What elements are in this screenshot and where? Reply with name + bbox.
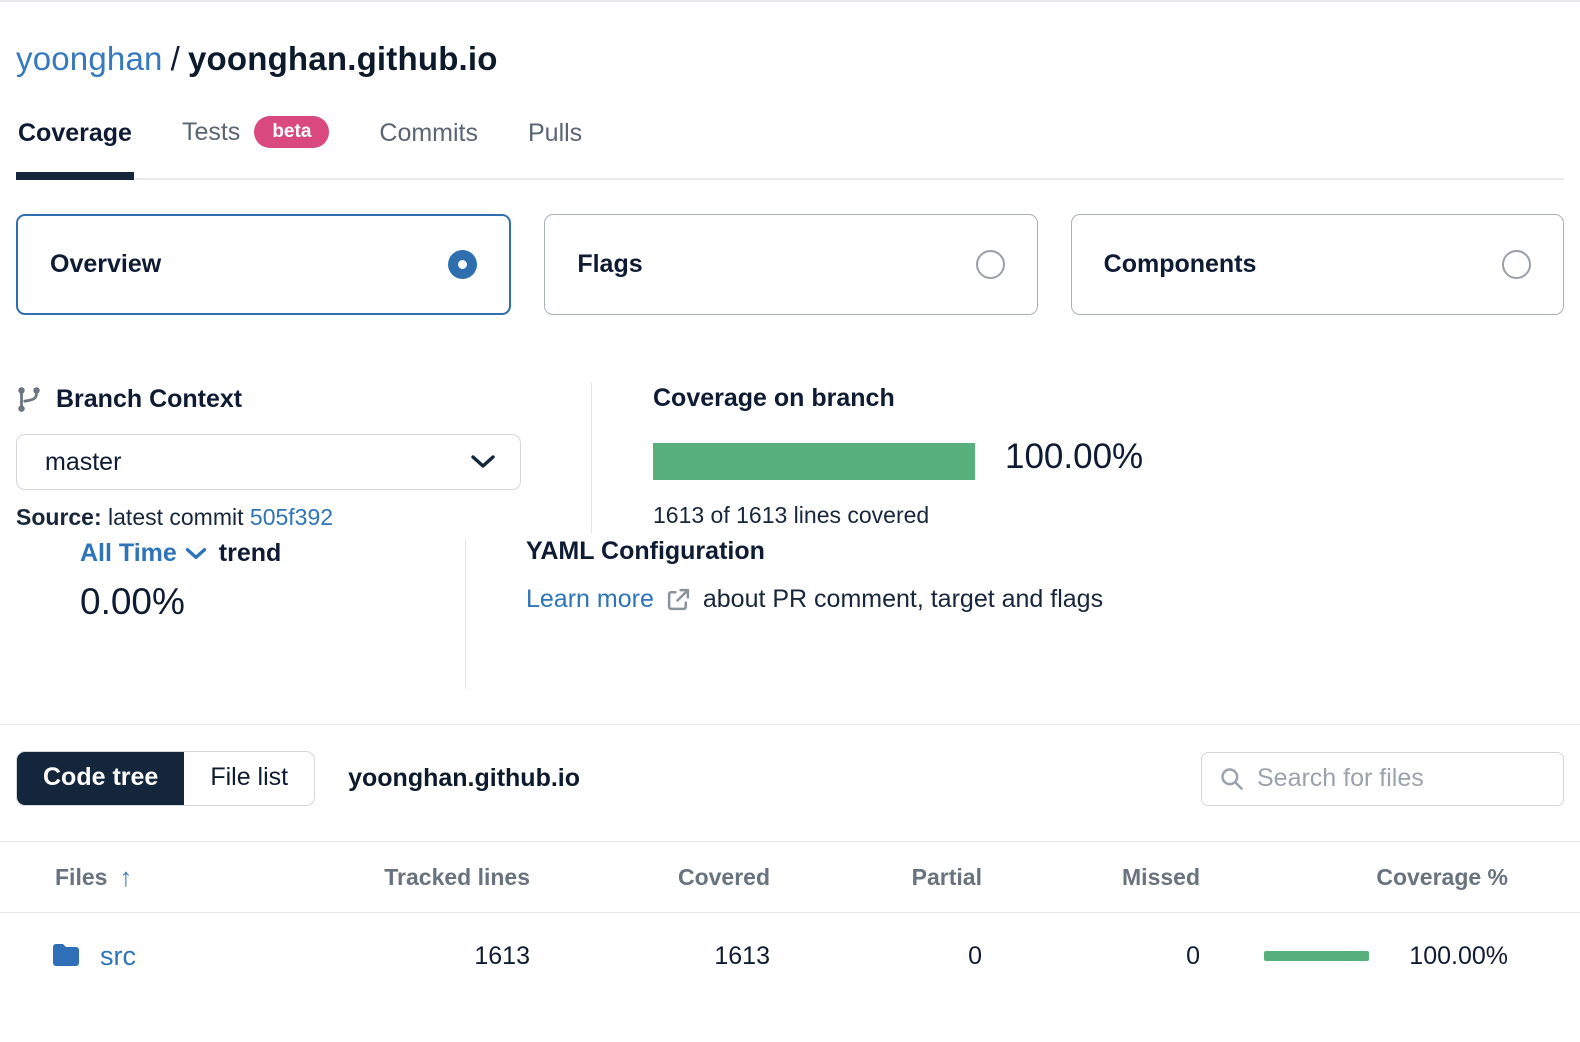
coverage-value: 100.00% bbox=[1409, 942, 1508, 971]
column-missed[interactable]: Missed bbox=[982, 864, 1200, 891]
branch-dropdown-value: master bbox=[45, 448, 121, 477]
external-link-icon bbox=[666, 587, 691, 612]
toggle-code-tree[interactable]: Code tree bbox=[17, 752, 184, 805]
file-cell: src bbox=[0, 941, 330, 972]
yaml-config-title: YAML Configuration bbox=[526, 537, 765, 566]
tab-coverage[interactable]: Coverage bbox=[16, 119, 134, 178]
cell-partial: 0 bbox=[770, 942, 982, 971]
source-text: latest commit bbox=[108, 504, 243, 530]
tab-coverage-label: Coverage bbox=[18, 119, 132, 148]
trend-label: trend bbox=[219, 539, 282, 568]
tab-tests-label: Tests bbox=[182, 118, 240, 147]
learn-more-link[interactable]: Learn more bbox=[526, 585, 654, 614]
cell-missed: 0 bbox=[982, 942, 1200, 971]
files-table: Files ↑ Tracked lines Covered Partial Mi… bbox=[0, 841, 1580, 999]
tab-bar: Coverage Tests beta Commits Pulls bbox=[16, 116, 1564, 180]
git-branch-icon bbox=[16, 384, 42, 414]
column-files-label: Files bbox=[55, 864, 107, 891]
folder-icon bbox=[50, 943, 82, 970]
tab-tests[interactable]: Tests beta bbox=[180, 116, 331, 178]
view-card-flags-label: Flags bbox=[577, 250, 642, 279]
branch-dropdown[interactable]: master bbox=[16, 434, 521, 490]
table-row: src 1613 1613 0 0 100.00% bbox=[0, 913, 1580, 999]
view-selector: Overview Flags Components bbox=[16, 214, 1564, 315]
branch-context-header: Branch Context bbox=[16, 384, 242, 414]
coverage-progress-fill bbox=[653, 443, 975, 480]
summary-section: Branch Context master Source: latest com… bbox=[0, 315, 1580, 724]
toggle-file-list[interactable]: File list bbox=[184, 752, 314, 805]
column-covered[interactable]: Covered bbox=[530, 864, 770, 891]
trend-range-label: All Time bbox=[80, 539, 177, 568]
codecov-repo-page: yoonghan/yoonghan.github.io Coverage Tes… bbox=[0, 0, 1580, 1042]
breadcrumb: yoonghan/yoonghan.github.io bbox=[16, 40, 1564, 78]
radio-selected-icon[interactable] bbox=[448, 250, 477, 279]
radio-unselected-icon[interactable] bbox=[976, 250, 1005, 279]
view-card-flags[interactable]: Flags bbox=[544, 214, 1037, 315]
cell-covered: 1613 bbox=[530, 942, 770, 971]
divider-vertical bbox=[591, 383, 592, 533]
column-coverage-pct[interactable]: Coverage % bbox=[1200, 864, 1580, 891]
view-card-overview[interactable]: Overview bbox=[16, 214, 511, 315]
column-partial[interactable]: Partial bbox=[770, 864, 982, 891]
view-card-components[interactable]: Components bbox=[1071, 214, 1564, 315]
cell-tracked: 1613 bbox=[330, 942, 530, 971]
explorer-repo-name: yoonghan.github.io bbox=[348, 764, 580, 793]
trend-header: All Time trend bbox=[80, 539, 281, 568]
breadcrumb-separator: / bbox=[163, 40, 188, 77]
radio-unselected-icon[interactable] bbox=[1502, 250, 1531, 279]
folder-link-src[interactable]: src bbox=[100, 941, 136, 972]
sort-ascending-icon: ↑ bbox=[119, 862, 132, 893]
tab-pulls[interactable]: Pulls bbox=[526, 119, 584, 178]
breadcrumb-account-link[interactable]: yoonghan bbox=[16, 40, 163, 77]
file-search-box[interactable] bbox=[1201, 752, 1564, 806]
view-card-components-label: Components bbox=[1104, 250, 1257, 279]
column-files-sort[interactable]: Files ↑ bbox=[0, 862, 330, 893]
coverage-mini-bar bbox=[1264, 951, 1369, 961]
column-tracked-lines[interactable]: Tracked lines bbox=[330, 864, 530, 891]
chevron-down-icon bbox=[185, 547, 207, 561]
cell-coverage: 100.00% bbox=[1200, 942, 1580, 971]
trend-value: 0.00% bbox=[80, 581, 185, 623]
tree-list-toggle: Code tree File list bbox=[16, 751, 315, 806]
branch-context-title: Branch Context bbox=[56, 385, 242, 414]
trend-range-dropdown[interactable]: All Time bbox=[80, 539, 207, 568]
breadcrumb-repo: yoonghan.github.io bbox=[188, 40, 498, 77]
divider-vertical bbox=[465, 539, 466, 689]
coverage-percent-value: 100.00% bbox=[1005, 437, 1143, 477]
beta-badge: beta bbox=[254, 116, 329, 148]
search-icon bbox=[1218, 765, 1245, 792]
file-explorer-bar: Code tree File list yoonghan.github.io bbox=[0, 724, 1580, 814]
tab-commits[interactable]: Commits bbox=[377, 119, 480, 178]
commit-link[interactable]: 505f392 bbox=[250, 504, 333, 530]
tab-pulls-label: Pulls bbox=[528, 119, 582, 148]
files-table-header: Files ↑ Tracked lines Covered Partial Mi… bbox=[0, 841, 1580, 913]
chevron-down-icon bbox=[470, 454, 496, 470]
source-label: Source: bbox=[16, 504, 102, 530]
coverage-on-branch-title: Coverage on branch bbox=[653, 384, 895, 413]
coverage-progress-bar bbox=[653, 443, 975, 480]
coverage-lines-detail: 1613 of 1613 lines covered bbox=[653, 502, 929, 529]
branch-source-line: Source: latest commit 505f392 bbox=[16, 504, 333, 531]
tab-commits-label: Commits bbox=[379, 119, 478, 148]
yaml-description: about PR comment, target and flags bbox=[703, 585, 1103, 614]
search-input[interactable] bbox=[1257, 764, 1547, 793]
yaml-config-line: Learn more about PR comment, target and … bbox=[526, 585, 1103, 614]
view-card-overview-label: Overview bbox=[50, 250, 161, 279]
